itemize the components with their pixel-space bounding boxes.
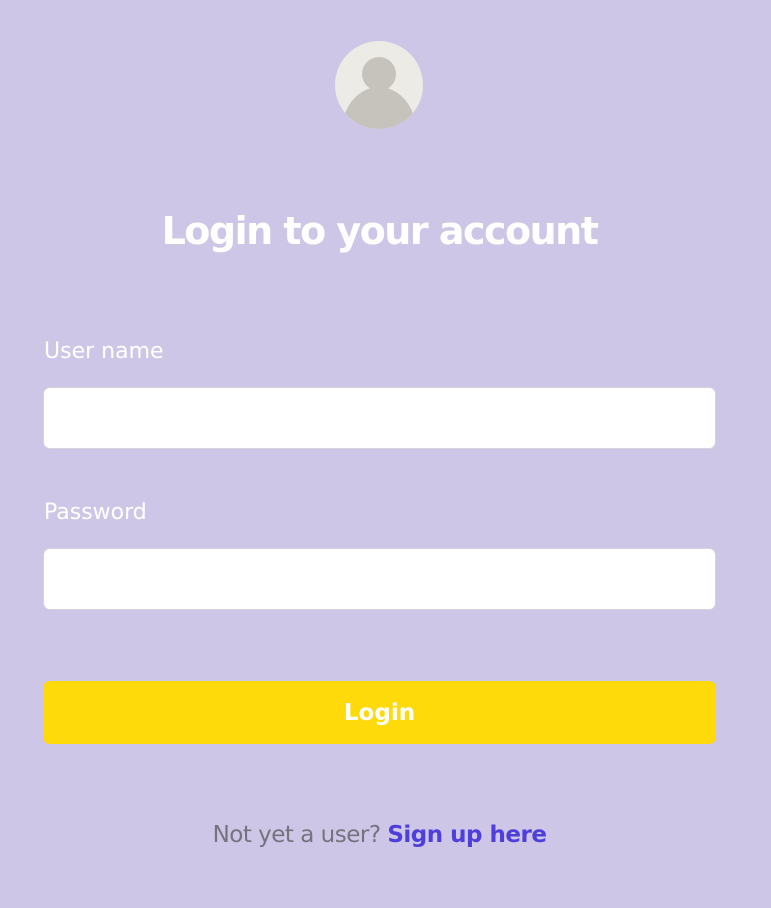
username-label: User name [44, 339, 164, 364]
page-title: Login to your account [161, 209, 599, 253]
signup-prompt-text: Not yet a user? [212, 822, 388, 848]
avatar-icon [335, 41, 423, 129]
login-button[interactable]: Login [43, 681, 716, 744]
user-silhouette-icon [342, 57, 416, 129]
signup-prompt-row: Not yet a user? Sign up here [0, 820, 759, 850]
password-label: Password [44, 500, 147, 525]
password-input[interactable] [43, 548, 716, 610]
username-input[interactable] [43, 387, 716, 449]
signup-link[interactable]: Sign up here [387, 822, 547, 848]
